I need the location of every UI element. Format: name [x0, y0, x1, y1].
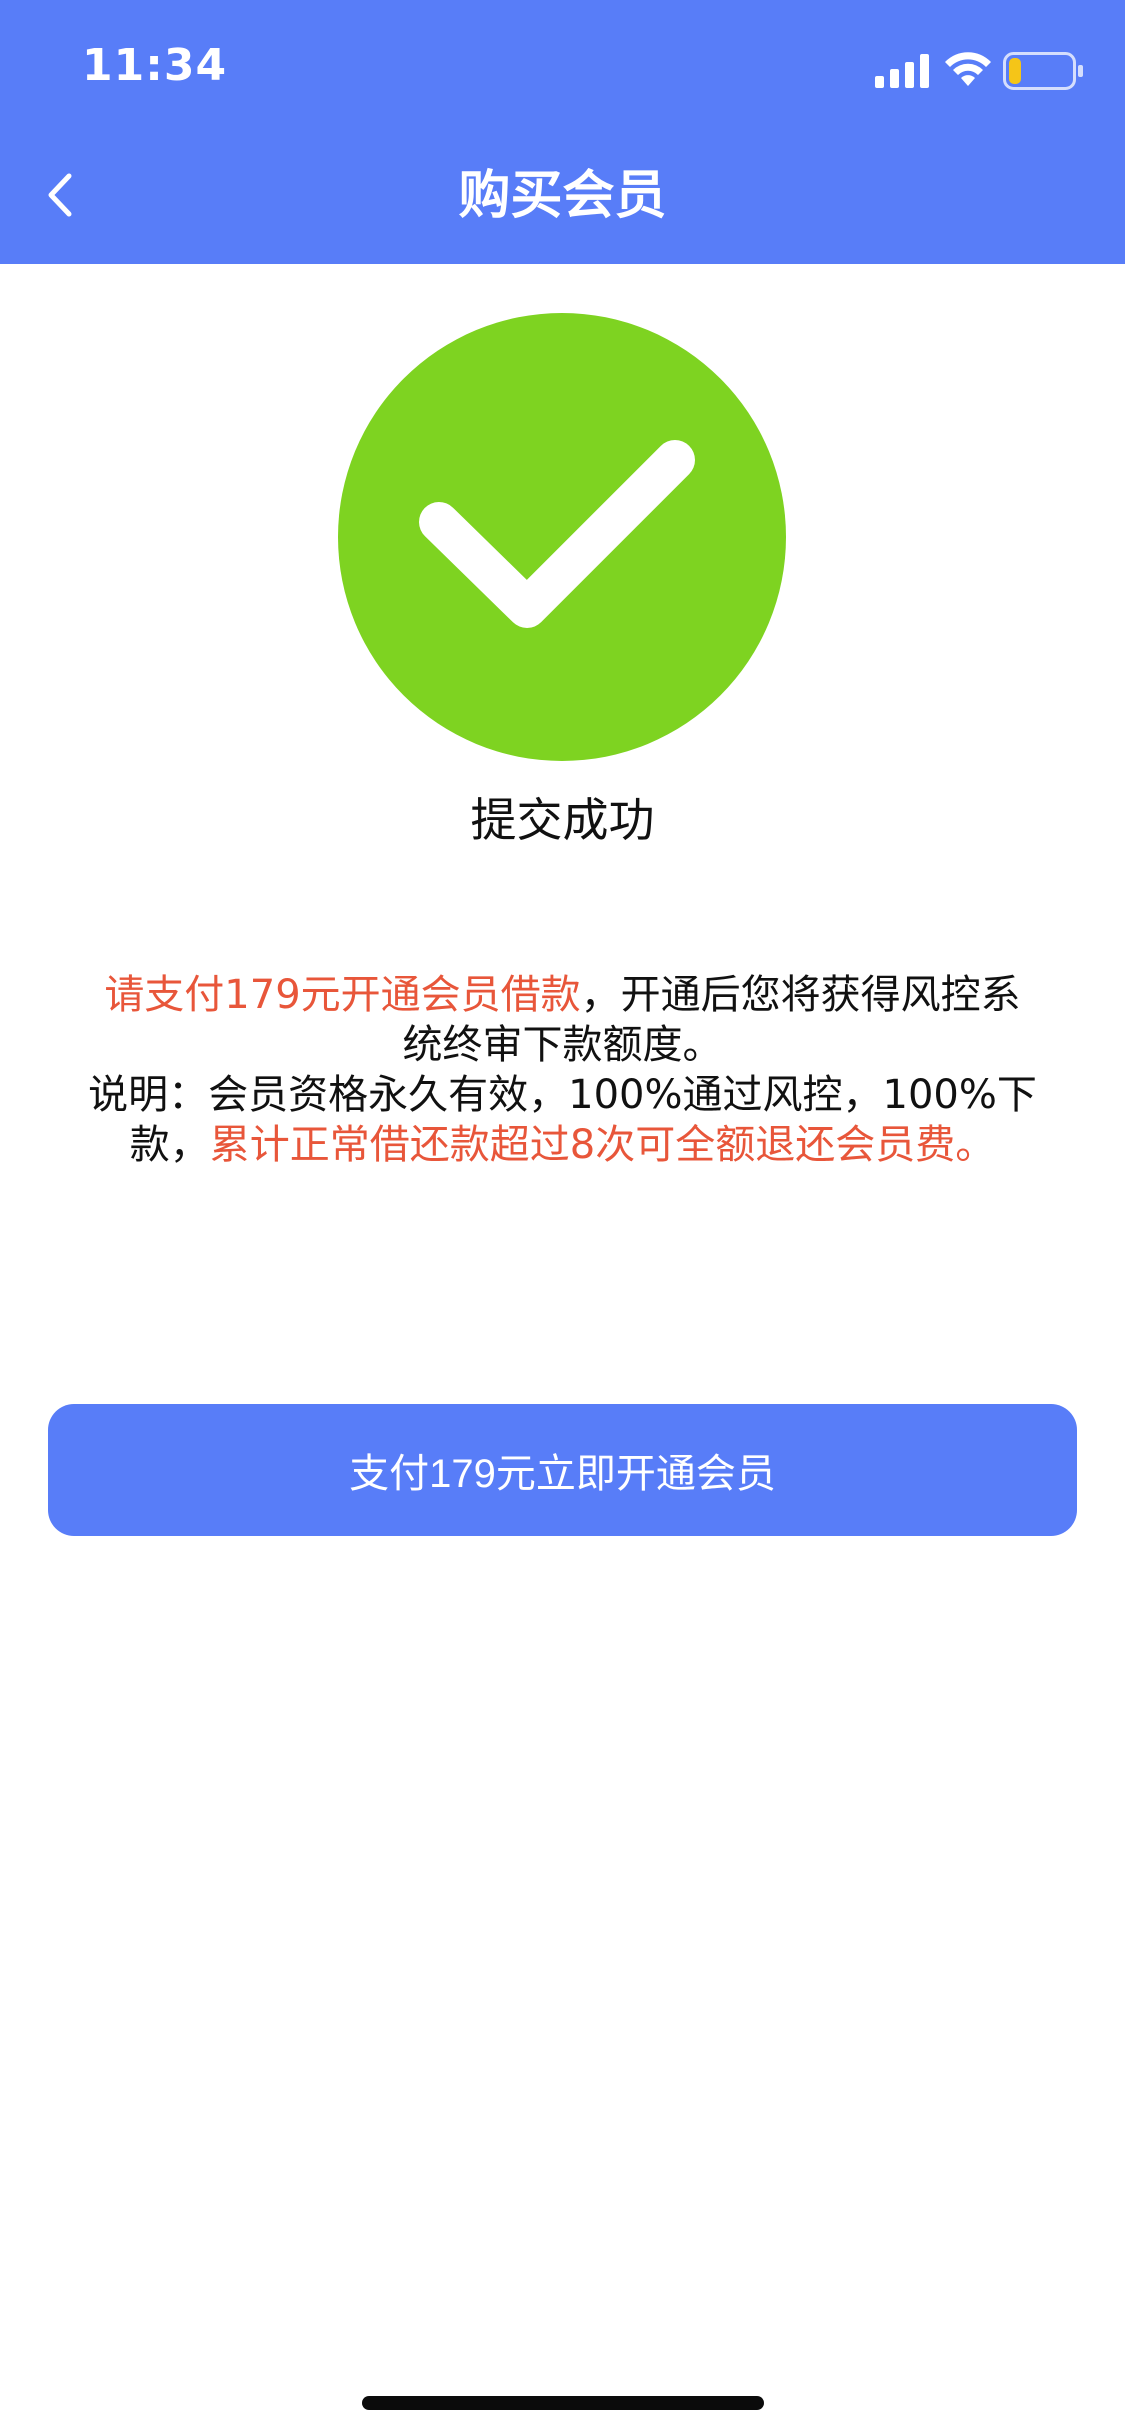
- page-title: 购买会员: [458, 166, 667, 226]
- wifi-icon: [945, 52, 991, 86]
- header-bar: 11:34 购买会员: [0, 0, 1125, 264]
- pay-membership-button[interactable]: 支付179元立即开通会员: [48, 1404, 1077, 1536]
- pay-notice-text: 请支付179元开通会员借款: [104, 972, 581, 1018]
- success-message: 提交成功: [470, 793, 655, 847]
- description-line-3: 说明：会员资格永久有效，100%通过风控，100%下: [88, 1072, 1037, 1118]
- signal-icon: [875, 54, 929, 88]
- description-line-1: 请支付179元开通会员借款，开通后您将获得风控系: [60, 970, 1065, 1020]
- pay-notice-continuation: ，开通后您将获得风控系: [580, 972, 1021, 1018]
- refund-prefix: 款，: [129, 1122, 210, 1168]
- check-circle-icon: [338, 313, 786, 761]
- description-block: 请支付179元开通会员借款，开通后您将获得风控系 统终审下款额度。 说明：会员资…: [60, 970, 1065, 1170]
- description-line-4: 款，累计正常借还款超过8次可全额退还会员费。: [60, 1120, 1065, 1170]
- battery-icon: [1003, 52, 1083, 90]
- refund-notice-text: 累计正常借还款超过8次可全额退还会员费。: [209, 1122, 996, 1168]
- status-time: 11:34: [82, 40, 228, 91]
- description-line-2: 统终审下款额度。: [402, 1022, 723, 1068]
- status-icons: [875, 48, 1085, 92]
- home-indicator[interactable]: [362, 2396, 764, 2410]
- purchase-membership-screen: 11:34 购买会员 提交成功 请支付179元开通会员借款，开通后您将获得风控系…: [0, 0, 1125, 2436]
